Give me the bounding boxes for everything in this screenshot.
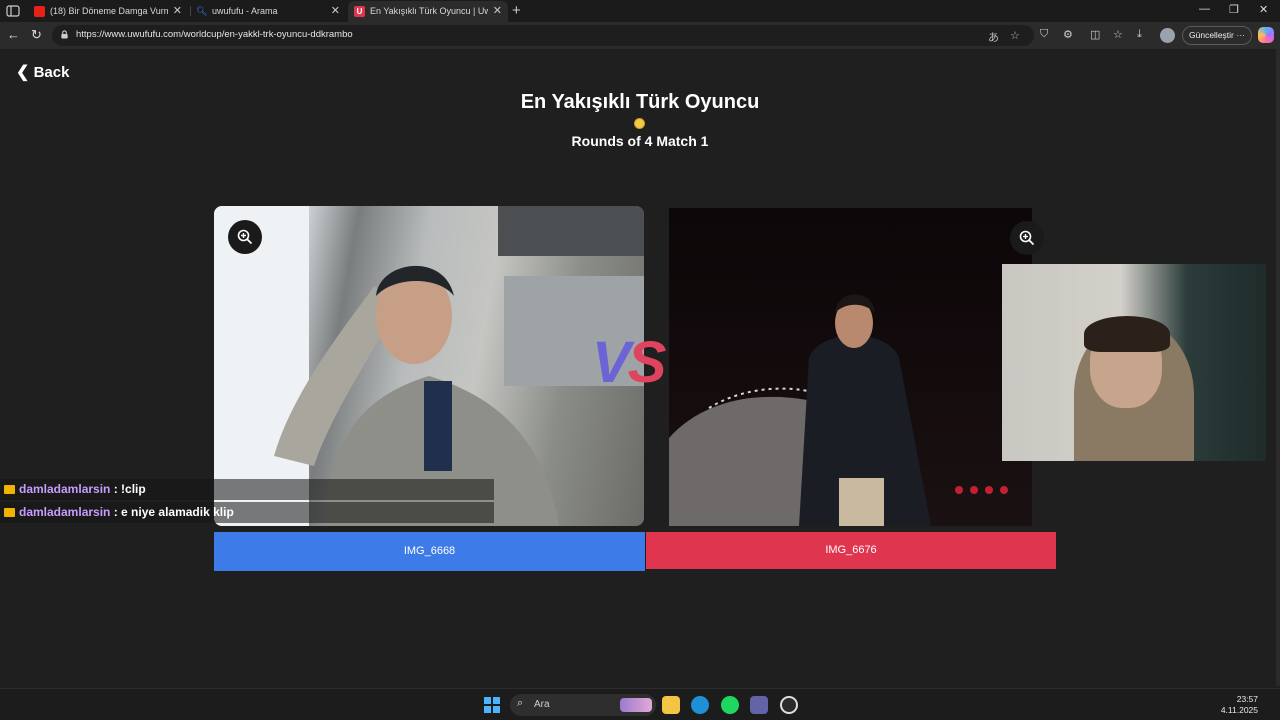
translate-icon[interactable]: あ	[988, 29, 999, 45]
chat-text: : e niye alamadik klip	[113, 505, 234, 519]
chat-username: damladamlarsin	[19, 482, 111, 496]
chat-username: damladamlarsin	[19, 505, 111, 519]
youtube-icon	[34, 6, 45, 17]
update-button[interactable]: Güncelleştir ···	[1182, 26, 1252, 45]
clock-date: 4.11.2025	[1220, 705, 1258, 715]
system-clock[interactable]: 23:57 4.11.2025	[1221, 694, 1258, 716]
zoom-icon	[1019, 230, 1035, 246]
copilot-icon[interactable]	[1258, 27, 1274, 43]
favorite-star-icon[interactable]: ☆	[1010, 29, 1020, 42]
choose-left-button[interactable]: IMG_6668	[214, 532, 645, 571]
tab-search[interactable]: 🔍︎ uwufufu - Arama ✕	[190, 1, 346, 22]
tab-label: En Yakışıklı Türk Oyuncu | UwUFU	[370, 6, 488, 16]
file-explorer-icon[interactable]	[662, 696, 680, 714]
address-bar[interactable]: https://www.uwufufu.com/worldcup/en-yakk…	[52, 25, 1034, 46]
chat-message: damladamlarsin : e niye alamadik klip	[0, 502, 494, 523]
crown-badge-icon	[4, 485, 15, 494]
streamer-hair	[1084, 316, 1170, 352]
downloads-icon[interactable]: ⤓	[1137, 28, 1142, 41]
chat-text: : !clip	[113, 482, 146, 496]
shield-icon[interactable]: ⛉	[1040, 28, 1048, 41]
favorites-icon[interactable]: ☆	[1113, 28, 1123, 41]
back-arrow-icon[interactable]: ←	[7, 27, 20, 42]
profile-avatar[interactable]	[1160, 28, 1175, 43]
search-placeholder: Ara	[534, 699, 550, 710]
vs-s: S	[627, 330, 667, 395]
lock-icon	[61, 30, 68, 39]
chevron-left-icon: ❮	[16, 64, 30, 81]
search-highlight-icon	[620, 698, 652, 712]
tab-label: uwufufu - Arama	[212, 6, 278, 16]
browser-tab-bar: (18) Bir Döneme Damga Vurmuş ✕ 🔍︎ uwufuf…	[0, 0, 1280, 22]
extensions-icon[interactable]: ⚙	[1063, 28, 1073, 41]
update-label: Güncelleştir	[1189, 30, 1234, 40]
zoom-in-button[interactable]	[228, 220, 262, 254]
left-candidate-image[interactable]	[214, 206, 644, 526]
crown-badge-icon	[4, 508, 15, 517]
choose-right-button[interactable]: IMG_6676	[646, 532, 1056, 569]
clock-time: 23:57	[1236, 694, 1258, 704]
windows-start-icon[interactable]	[484, 697, 500, 713]
edge-icon[interactable]	[691, 696, 709, 714]
search-icon: 🔍︎	[196, 6, 208, 16]
restore-icon[interactable]: ❐	[1229, 3, 1239, 16]
spotify-icon[interactable]	[721, 696, 739, 714]
minimize-icon[interactable]: —	[1199, 3, 1210, 15]
windows-taskbar: ⌕ Ara 23:57 4.11.2025	[0, 688, 1280, 720]
back-label: Back	[33, 64, 70, 81]
tab-youtube[interactable]: (18) Bir Döneme Damga Vurmuş ✕	[28, 1, 188, 22]
emoji-icon	[634, 118, 645, 129]
page-content: ❮ Back En Yakışıklı Türk Oyuncu Rounds o…	[0, 49, 1276, 686]
split-screen-icon[interactable]: ◫	[1090, 28, 1100, 41]
zoom-icon	[237, 229, 253, 245]
chat-message: damladamlarsin : !clip	[0, 479, 494, 500]
url-text: https://www.uwufufu.com/worldcup/en-yakk…	[76, 29, 353, 40]
right-photo-figure	[669, 294, 1008, 526]
uwufufu-icon: U	[354, 6, 365, 17]
tab-uwufufu[interactable]: U En Yakışıklı Türk Oyuncu | UwUFU ✕	[348, 1, 508, 22]
taskbar-search[interactable]: ⌕ Ara	[510, 694, 656, 716]
teams-icon[interactable]	[750, 696, 768, 714]
versus-label: VS	[592, 329, 667, 396]
page-scrollbar[interactable]	[1276, 49, 1280, 686]
search-icon: ⌕	[517, 697, 524, 709]
right-candidate-image[interactable]	[669, 208, 1032, 526]
webcam-overlay	[1002, 264, 1266, 461]
menu-icon[interactable]: ···	[1237, 27, 1246, 44]
new-tab-icon[interactable]: +	[512, 2, 521, 19]
close-tab-icon[interactable]: ✕	[173, 1, 182, 22]
close-window-icon[interactable]: ✕	[1259, 3, 1268, 16]
left-photo-figure	[214, 206, 644, 526]
round-info: Rounds of 4 Match 1	[571, 133, 709, 149]
vs-v: V	[592, 330, 631, 395]
app-icon[interactable]	[780, 696, 798, 714]
zoom-in-button-right[interactable]	[1010, 221, 1044, 255]
page-title: En Yakışıklı Türk Oyuncu	[520, 91, 760, 113]
refresh-icon[interactable]: ↻	[31, 27, 42, 43]
address-bar-row: ← ↻ https://www.uwufufu.com/worldcup/en-…	[0, 22, 1280, 49]
tab-label: (18) Bir Döneme Damga Vurmuş	[50, 6, 168, 16]
close-tab-icon[interactable]: ✕	[331, 1, 340, 22]
tab-actions-icon[interactable]	[6, 4, 20, 18]
back-link[interactable]: ❮ Back	[16, 62, 69, 82]
close-tab-icon[interactable]: ✕	[493, 1, 502, 22]
